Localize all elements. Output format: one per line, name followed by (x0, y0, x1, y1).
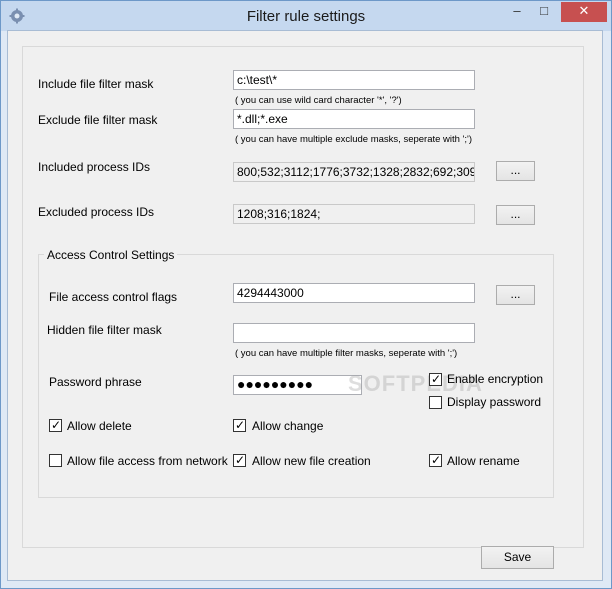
excluded-pids-input[interactable]: 1208;316;1824; (233, 204, 475, 224)
checkmark-icon: ✓ (431, 453, 442, 467)
include-mask-input[interactable]: c:\test\* (233, 70, 475, 90)
hidden-mask-input[interactable] (233, 323, 475, 343)
access-control-group-title: Access Control Settings (44, 248, 178, 262)
allow-new-file-label[interactable]: Allow new file creation (252, 454, 371, 468)
access-flags-label: File access control flags (49, 290, 178, 304)
checkmark-icon: ✓ (235, 418, 246, 432)
hidden-mask-label: Hidden file filter mask (47, 323, 162, 337)
enable-encryption-checkbox[interactable]: ✓ (429, 372, 442, 386)
allow-rename-label[interactable]: Allow rename (447, 454, 520, 468)
password-label: Password phrase (49, 375, 142, 389)
checkmark-icon: ✓ (431, 372, 442, 386)
minimize-button[interactable]: – (504, 2, 530, 22)
allow-rename-checkbox[interactable]: ✓ (429, 453, 442, 467)
included-pids-label: Included process IDs (38, 160, 151, 174)
checkmark-icon: ✓ (51, 418, 62, 432)
close-button[interactable]: ✕ (561, 2, 607, 22)
allow-delete-checkbox[interactable]: ✓ (49, 418, 62, 432)
include-mask-hint: ( you can use wild card character '*', '… (235, 95, 402, 106)
excluded-pids-label: Excluded process IDs (38, 205, 155, 219)
checkmark-icon: ✓ (235, 453, 246, 467)
save-button[interactable]: Save (481, 546, 554, 569)
hidden-mask-hint: ( you can have multiple filter masks, se… (235, 348, 458, 359)
exclude-mask-hint: ( you can have multiple exclude masks, s… (235, 134, 473, 145)
access-flags-browse-button[interactable]: ... (496, 285, 535, 305)
allow-change-label[interactable]: Allow change (252, 419, 323, 433)
maximize-button[interactable]: □ (531, 2, 557, 22)
enable-encryption-label[interactable]: Enable encryption (447, 372, 543, 386)
access-flags-input[interactable]: 4294443000 (233, 283, 475, 303)
display-password-checkbox[interactable] (429, 396, 442, 409)
included-pids-browse-button[interactable]: ... (496, 161, 535, 181)
exclude-mask-label: Exclude file filter mask (38, 113, 158, 127)
allow-network-checkbox[interactable] (49, 454, 62, 467)
allow-delete-label[interactable]: Allow delete (67, 419, 132, 433)
included-pids-input[interactable]: 800;532;3112;1776;3732;1328;2832;692;309… (233, 162, 475, 182)
include-mask-label: Include file filter mask (38, 77, 154, 91)
display-password-label[interactable]: Display password (447, 395, 541, 409)
excluded-pids-browse-button[interactable]: ... (496, 205, 535, 225)
password-input[interactable]: ●●●●●●●●● (233, 375, 362, 395)
allow-new-file-checkbox[interactable]: ✓ (233, 453, 246, 467)
title-bar[interactable]: Filter rule settings – □ ✕ (1, 1, 611, 31)
allow-network-label[interactable]: Allow file access from network (67, 454, 228, 468)
allow-change-checkbox[interactable]: ✓ (233, 418, 246, 432)
exclude-mask-input[interactable]: *.dll;*.exe (233, 109, 475, 129)
